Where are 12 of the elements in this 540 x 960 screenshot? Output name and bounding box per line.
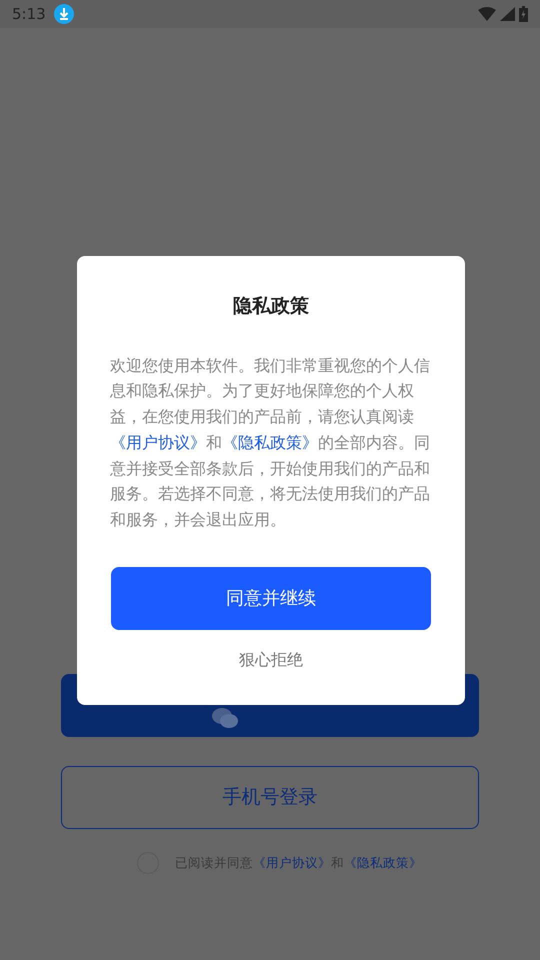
dialog-title: 隐私政策 [232, 294, 310, 319]
policy-link[interactable]: 《用户协议》 [110, 432, 206, 452]
battery-icon [519, 6, 528, 22]
chat-bubbles-icon [211, 706, 239, 730]
agree-continue-button[interactable]: 同意并继续 [111, 567, 431, 630]
wifi-icon [478, 7, 496, 21]
refuse-button[interactable]: 狠心拒绝 [229, 644, 313, 676]
policy-link[interactable]: 《隐私政策》 [222, 432, 318, 452]
dialog-body-text: 欢迎您使用本软件。我们非常重视您的个人信息和隐私保护。为了更好地保障您的个人权益，在您使用我们的产品前，请您认真阅读 《用户协议》和《隐私政策》的全部内容。同意并接受全部条款后，开始使用我们的产品和服务。若选择不同意，将无法使用我们的产品和服务，并会退出应用。 [110, 354, 431, 532]
status-time: 5:13 [12, 4, 46, 25]
download-icon [54, 4, 74, 24]
signal-icon [500, 7, 515, 21]
